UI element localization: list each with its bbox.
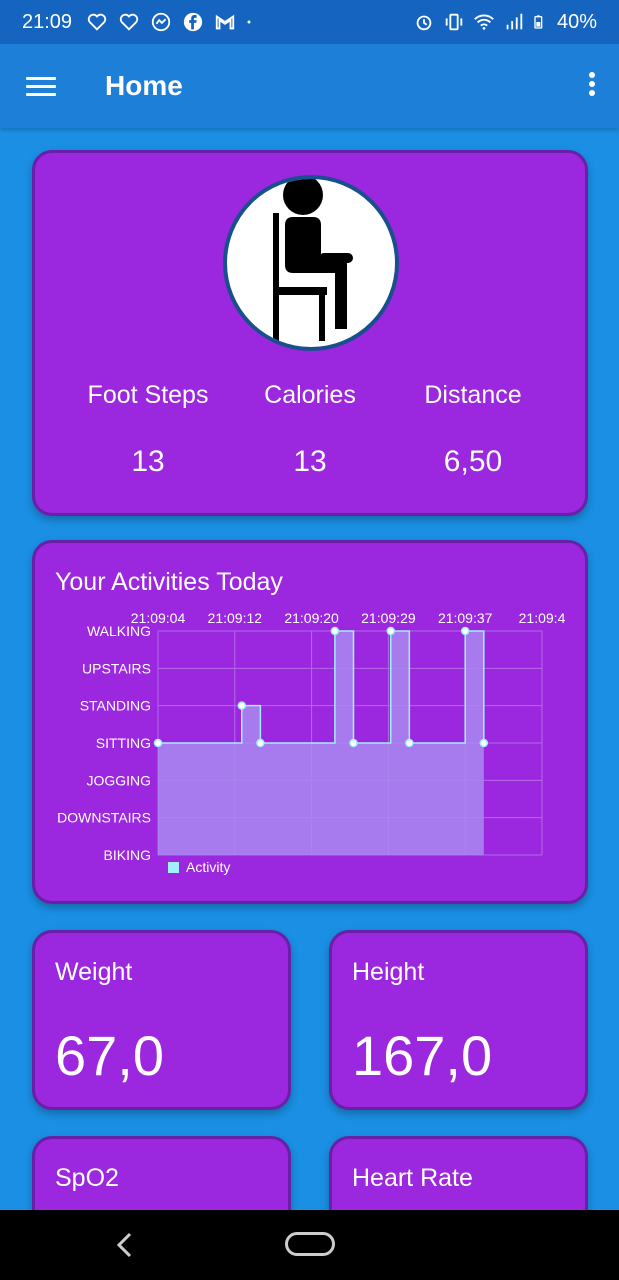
x-tick-label: 21:09:4 (519, 610, 566, 626)
dot-icon (247, 20, 251, 24)
x-tick-label: 21:09:12 (208, 610, 263, 626)
distance-value: 6,50 (443, 445, 503, 478)
height-card: Height 167,0 (329, 930, 588, 1110)
data-point (237, 701, 247, 710)
battery-icon (534, 15, 543, 29)
calories-value: 13 (293, 445, 327, 478)
y-tick-label: UPSTAIRS (82, 660, 151, 676)
data-point (153, 738, 163, 748)
notification-icons (86, 11, 258, 33)
vibrate-icon (445, 13, 463, 31)
signal-icon (506, 13, 523, 30)
heart-icon (119, 13, 139, 31)
overflow-menu-icon[interactable] (587, 72, 597, 100)
y-tick-label: SITTING (96, 735, 151, 751)
activity-chart: WALKINGUPSTAIRSSTANDINGSITTINGJOGGINGDOW… (57, 610, 566, 875)
battery-percent: 40% (556, 10, 597, 33)
status-time: 21:09 (22, 10, 73, 33)
data-point (330, 626, 340, 636)
heart-icon (87, 13, 107, 31)
activities-card: Your Activities Today WALKING UPSTAIRS STA… (32, 540, 588, 904)
data-point (405, 738, 414, 748)
x-tick-label: 21:09:37 (438, 610, 493, 626)
data-point (256, 738, 265, 748)
y-tick-label: STANDING (80, 698, 151, 714)
gmail-icon (215, 14, 235, 30)
app-bar: Home (0, 44, 619, 128)
spo2-label: SpO2 (55, 1164, 119, 1192)
system-nav-bar (0, 1210, 619, 1280)
data-point (460, 626, 470, 636)
hamburger-menu-icon[interactable] (26, 77, 56, 97)
distance-label: Distance (424, 381, 522, 409)
heart-rate-label: Heart Rate (352, 1164, 473, 1192)
data-point (349, 738, 358, 748)
system-icons: 40% (413, 11, 597, 34)
y-tick-label: BIKING (104, 847, 151, 863)
foot-steps-label: Foot Steps (87, 381, 209, 409)
data-point (479, 738, 489, 748)
y-tick-label: DOWNSTAIRS (57, 810, 151, 826)
legend-label: Activity (186, 859, 230, 875)
back-icon[interactable] (110, 1230, 140, 1260)
status-bar: 21:09 40% (0, 0, 619, 44)
weight-card: Weight 67,0 (32, 930, 291, 1110)
page-title: Home (105, 70, 183, 101)
weight-label: Weight (55, 958, 133, 986)
wifi-icon (474, 14, 494, 30)
height-value: 167,0 (352, 1024, 493, 1087)
facebook-icon (183, 12, 203, 32)
activity-summary-card: Foot Steps Calories Distance 13 13 6,50 (32, 150, 588, 516)
y-tick-label: JOGGING (86, 772, 151, 788)
activity-line (158, 630, 485, 744)
height-label: Height (352, 958, 425, 986)
x-tick-label: 21:09:29 (361, 610, 416, 626)
messenger-icon (151, 12, 171, 32)
x-tick-label: 21:09:04 (131, 610, 186, 626)
calories-label: Calories (264, 381, 356, 409)
x-tick-label: 21:09:20 (284, 610, 339, 626)
sitting-person-icon (223, 175, 399, 351)
data-point (386, 626, 395, 636)
weight-value: 67,0 (55, 1024, 164, 1087)
home-button[interactable] (285, 1232, 335, 1256)
alarm-icon (416, 15, 432, 31)
foot-steps-value: 13 (131, 445, 165, 478)
legend-swatch (168, 862, 179, 873)
